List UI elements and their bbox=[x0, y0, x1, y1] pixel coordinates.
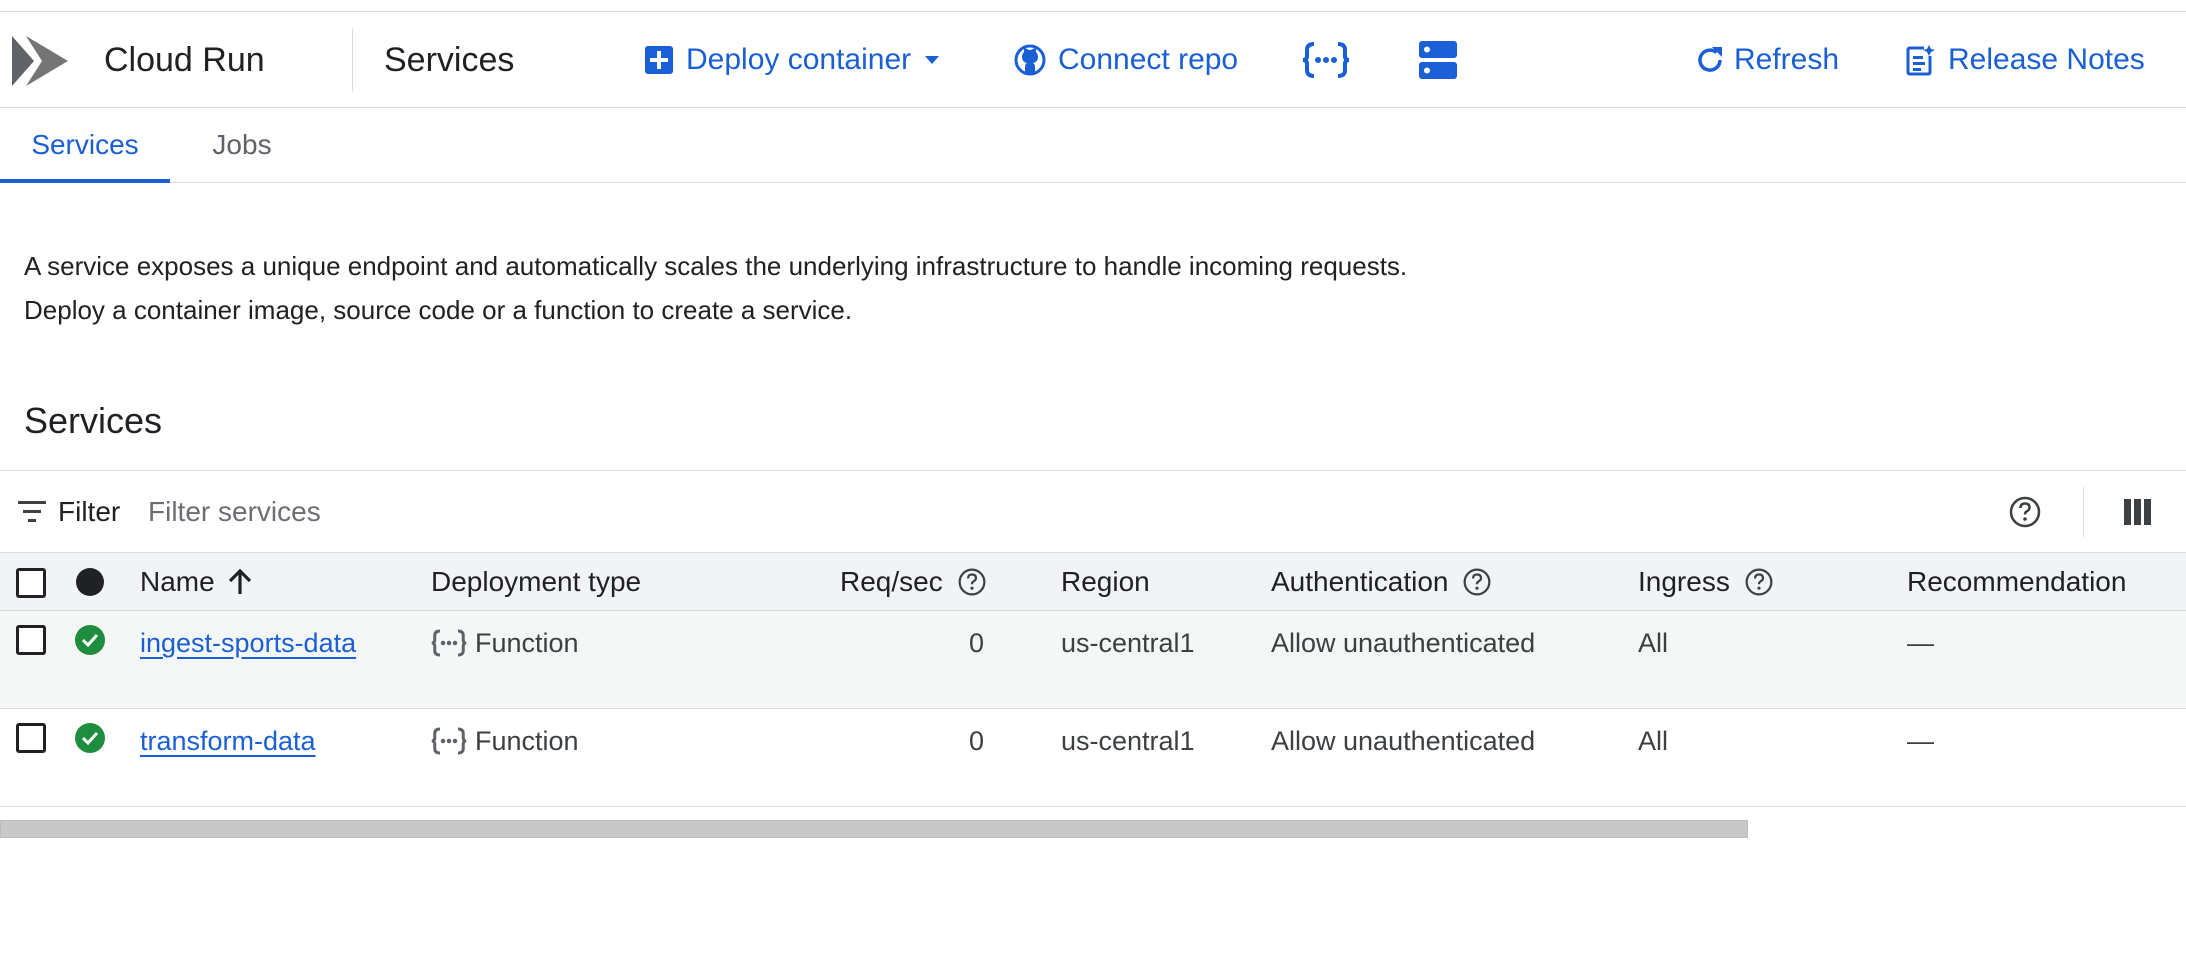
function-button[interactable] bbox=[1302, 36, 1350, 84]
ingress-cell: All bbox=[1638, 726, 1669, 756]
deployment-type-cell: Function bbox=[431, 721, 579, 761]
function-icon bbox=[431, 727, 467, 755]
column-display-icon[interactable] bbox=[2124, 499, 2152, 525]
cloud-run-logo bbox=[12, 36, 68, 86]
column-deployment-type-label: Deployment type bbox=[431, 566, 642, 597]
table-header: Name Deployment type Req/sec Region Auth… bbox=[0, 552, 2186, 611]
filter-input[interactable] bbox=[148, 489, 948, 535]
service-name-cell: transform-data bbox=[140, 721, 316, 761]
column-req-sec-label: Req/sec bbox=[840, 566, 943, 597]
filter-bar: Filter bbox=[0, 470, 2186, 552]
description-line-1: A service exposes a unique endpoint and … bbox=[24, 251, 1408, 281]
filter-icon bbox=[18, 501, 46, 522]
region-cell: us-central1 bbox=[1061, 726, 1195, 756]
release-notes-button[interactable]: Release Notes bbox=[1904, 36, 2145, 84]
filter-bar-divider bbox=[2083, 487, 2084, 537]
yaml-list-button[interactable] bbox=[1418, 36, 1458, 84]
help-icon[interactable] bbox=[957, 567, 987, 597]
select-all-checkbox[interactable] bbox=[16, 568, 46, 598]
refresh-icon bbox=[1698, 47, 1722, 72]
status-header-icon bbox=[76, 568, 104, 596]
help-icon[interactable] bbox=[1462, 567, 1492, 597]
req-sec-cell: 0 bbox=[968, 628, 984, 658]
page-description: A service exposes a unique endpoint and … bbox=[24, 244, 1407, 332]
release-notes-label: Release Notes bbox=[1948, 43, 2145, 76]
column-header-name[interactable]: Name bbox=[140, 553, 253, 611]
add-box-icon bbox=[645, 46, 673, 74]
help-icon[interactable] bbox=[1744, 567, 1774, 597]
service-name-cell: ingest-sports-data bbox=[140, 623, 356, 663]
deployment-type-text: Function bbox=[475, 726, 579, 756]
service-link[interactable]: ingest-sports-data bbox=[140, 623, 356, 663]
help-icon[interactable] bbox=[2008, 495, 2042, 529]
column-header-deployment-type[interactable]: Deployment type bbox=[431, 553, 641, 611]
column-name-label: Name bbox=[140, 566, 215, 597]
tab-bar: Services Jobs bbox=[0, 108, 2186, 183]
column-region-label: Region bbox=[1061, 566, 1150, 597]
github-icon bbox=[1014, 44, 1046, 76]
authentication-cell: Allow unauthenticated bbox=[1271, 628, 1536, 658]
deployment-type-text: Function bbox=[475, 628, 579, 658]
deployment-type-cell: Function bbox=[431, 623, 579, 663]
arrow-up-icon bbox=[228, 568, 251, 594]
title-divider bbox=[352, 28, 353, 92]
column-header-authentication[interactable]: Authentication bbox=[1271, 553, 1492, 611]
recommendation-cell: — bbox=[1907, 726, 1934, 756]
column-header-region[interactable]: Region bbox=[1061, 553, 1150, 611]
table-row[interactable]: ingest-sports-data Function 0 us-central… bbox=[0, 611, 2186, 709]
refresh-label: Refresh bbox=[1734, 43, 1840, 76]
deploy-container-label: Deploy container bbox=[686, 43, 912, 76]
deploy-container-button[interactable]: Deploy container bbox=[644, 36, 941, 84]
caret-down-icon bbox=[925, 56, 940, 64]
authentication-cell: Allow unauthenticated bbox=[1271, 726, 1536, 756]
ingress-cell: All bbox=[1638, 628, 1669, 658]
column-authentication-label: Authentication bbox=[1271, 566, 1449, 597]
function-icon bbox=[1302, 42, 1350, 78]
check-circle-icon bbox=[75, 625, 105, 655]
table-row[interactable]: transform-data Function 0 us-central1 Al… bbox=[0, 709, 2186, 807]
yaml-list-icon bbox=[1419, 41, 1457, 79]
column-ingress-label: Ingress bbox=[1638, 566, 1730, 597]
release-notes-icon bbox=[1906, 45, 1935, 76]
tab-services[interactable]: Services bbox=[0, 108, 170, 183]
filter-label: Filter bbox=[58, 496, 121, 527]
connect-repo-button[interactable]: Connect repo bbox=[1014, 36, 1238, 84]
tab-jobs[interactable]: Jobs bbox=[192, 108, 292, 182]
horizontal-scrollbar[interactable] bbox=[0, 820, 1748, 838]
top-bar: Cloud Run Services Deploy container Conn… bbox=[0, 12, 2186, 108]
connect-repo-label: Connect repo bbox=[1058, 43, 1239, 76]
column-header-req-sec[interactable]: Req/sec bbox=[840, 553, 987, 611]
row-checkbox[interactable] bbox=[16, 723, 46, 753]
page-title: Services bbox=[384, 41, 515, 79]
row-checkbox[interactable] bbox=[16, 625, 46, 655]
section-title: Services bbox=[24, 400, 163, 441]
region-cell: us-central1 bbox=[1061, 628, 1195, 658]
function-icon bbox=[431, 629, 467, 657]
product-name: Cloud Run bbox=[104, 41, 265, 79]
service-link[interactable]: transform-data bbox=[140, 721, 316, 761]
description-line-2: Deploy a container image, source code or… bbox=[24, 295, 853, 325]
column-header-ingress[interactable]: Ingress bbox=[1638, 553, 1774, 611]
refresh-button[interactable]: Refresh bbox=[1694, 36, 1839, 84]
check-circle-icon bbox=[75, 723, 105, 753]
column-header-recommendation[interactable]: Recommendation bbox=[1907, 553, 2126, 611]
column-recommendation-label: Recommendation bbox=[1907, 566, 2127, 597]
recommendation-cell: — bbox=[1907, 628, 1934, 658]
req-sec-cell: 0 bbox=[968, 726, 984, 756]
